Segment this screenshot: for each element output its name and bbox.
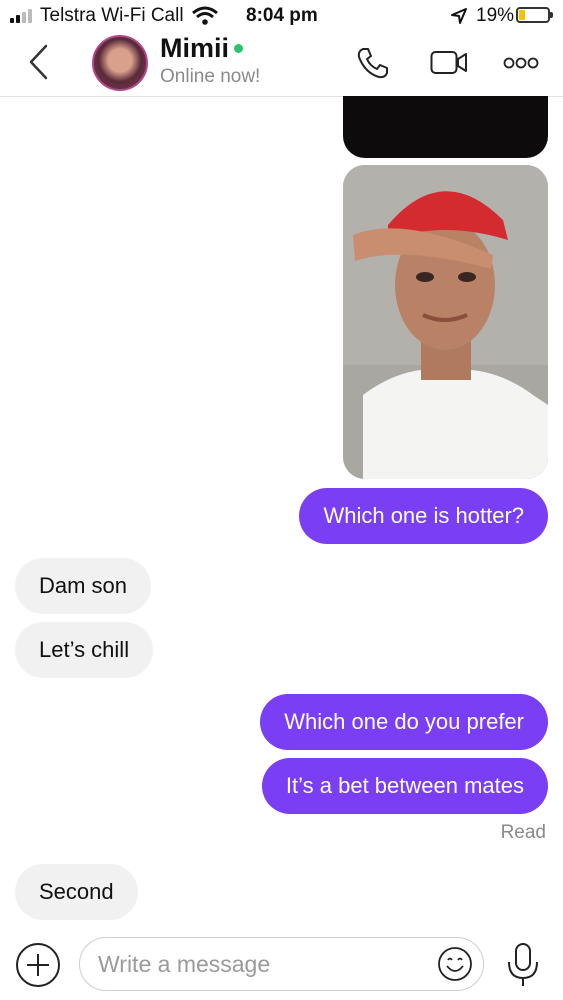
clock-time: 8:04 pm [246,5,318,26]
outgoing-message-bubble[interactable]: It’s a bet between mates [261,758,548,814]
incoming-message-bubble[interactable]: Dam son [15,558,152,614]
message-input-wrapper[interactable] [79,937,484,991]
message-composer [0,930,563,1000]
video-icon[interactable] [430,50,468,81]
battery-icon [516,7,553,23]
outgoing-image-message[interactable] [343,165,548,479]
signal-icon [10,9,32,23]
emoji-icon[interactable] [437,946,473,987]
read-receipt: Read [500,822,546,843]
status-bar: Telstra Wi-Fi Call 8:04 pm 19% [0,0,563,32]
presence-status: Online now! [160,66,261,87]
conversation-header: Mimii Online now! [0,32,563,97]
message-input[interactable] [96,938,430,990]
contact-name[interactable]: Mimii [160,33,229,64]
outgoing-message-bubble[interactable]: Which one do you prefer [260,694,548,750]
location-arrow-icon [450,7,468,31]
incoming-message-bubble[interactable]: Let’s chill [15,622,154,678]
more-icon[interactable] [503,56,539,74]
outgoing-message-bubble[interactable]: Which one is hotter? [299,488,548,544]
outgoing-image-message[interactable] [343,96,548,158]
add-attachment-icon[interactable] [15,942,61,993]
battery-percent: 19% [476,5,515,26]
carrier-label: Telstra Wi-Fi Call [40,5,184,26]
back-chevron-icon[interactable] [26,42,52,87]
phone-icon[interactable] [356,46,390,85]
wifi-icon [192,6,218,32]
incoming-message-bubble[interactable]: Second [15,864,138,920]
online-status-dot [234,44,243,53]
microphone-icon[interactable] [506,942,540,993]
avatar[interactable] [92,35,148,91]
